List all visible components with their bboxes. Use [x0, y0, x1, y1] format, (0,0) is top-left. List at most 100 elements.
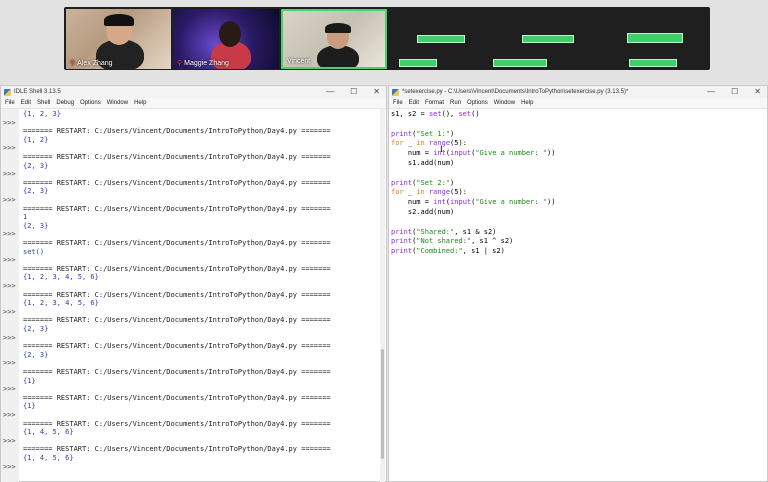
participant-placeholder[interactable]: [417, 35, 465, 43]
shell-restart-line: ======= RESTART: C:/Users/Vincent/Docume…: [23, 316, 331, 325]
shell-prompt: >>>: [3, 333, 16, 342]
mic-muted-icon: ⚲: [177, 60, 183, 67]
shell-menubar: File Edit Shell Debug Options Window Hel…: [1, 98, 386, 109]
mic-muted-icon: ⚲: [70, 60, 76, 67]
shell-title: IDLE Shell 3.13.5: [14, 89, 61, 95]
shell-prompt: >>>: [3, 411, 16, 419]
shell-output-line: {1, 4, 5, 6}: [23, 428, 74, 437]
video-strip: ⚲ Alex Zhang ⚲ Maggie Zhang Vincent: [0, 0, 768, 84]
code-line: print("Combined:", s1 | s2): [391, 247, 505, 256]
menu-file[interactable]: File: [5, 100, 15, 106]
code-line: print("Not shared:", s1 ^ s2): [391, 237, 514, 246]
code-line: num = int(input("Give a number: ")): [407, 198, 556, 207]
participant-placeholder[interactable]: [522, 35, 574, 43]
shell-prompt: >>>: [3, 359, 16, 368]
editor-window: *setexercise.py - C:\Users\Vincent\Docum…: [388, 85, 768, 482]
shell-restart-line: ======= RESTART: C:/Users/Vincent/Docume…: [23, 393, 331, 402]
shell-output-line: {1, 4, 5, 6}: [23, 454, 74, 462]
code-line: for _ in range(5):: [391, 188, 467, 197]
code-line: s2.add(num): [407, 208, 455, 216]
editor-title: *setexercise.py - C:\Users\Vincent\Docum…: [402, 89, 629, 95]
shell-prompt: >>>: [3, 170, 16, 179]
shell-output-line: {1}: [23, 402, 36, 411]
participant-tiles-hidden: [389, 9, 708, 69]
python-icon: [4, 89, 11, 96]
shell-output-line: {2, 3}: [23, 221, 49, 230]
participant-placeholder[interactable]: [629, 59, 677, 67]
person-hair: [104, 14, 134, 26]
participant-tile-vincent[interactable]: Vincent: [281, 9, 387, 69]
person-head: [219, 21, 241, 47]
code-line: for _ in range(5):: [391, 139, 467, 148]
menu-options[interactable]: Options: [467, 100, 488, 106]
shell-output-line: {2, 3}: [23, 350, 49, 359]
maximize-button[interactable]: ☐: [350, 86, 357, 98]
code-line: print("Shared:", s1 & s2): [391, 227, 497, 236]
shell-output-line: {2, 3}: [23, 187, 49, 196]
code-editor[interactable]: I s1, s2 = set(), set() print("Set 1:") fo…: [391, 109, 761, 482]
shell-restart-line: ======= RESTART: C:/Users/Vincent/Docume…: [23, 239, 331, 247]
shell-prompt: >>>: [3, 230, 16, 239]
shell-output-line: {2, 3}: [23, 325, 49, 333]
person-hair: [325, 23, 351, 33]
code-line: print("Set 2:"): [391, 178, 455, 187]
menu-edit[interactable]: Edit: [409, 100, 419, 106]
shell-prompt: >>>: [3, 307, 16, 316]
menu-window[interactable]: Window: [107, 100, 128, 106]
scrollbar-thumb[interactable]: [381, 349, 384, 459]
menu-help[interactable]: Help: [521, 100, 533, 106]
close-button[interactable]: ✕: [373, 86, 380, 98]
shell-prompt: >>>: [3, 462, 16, 471]
shell-restart-line: ======= RESTART: C:/Users/Vincent/Docume…: [23, 368, 331, 376]
participant-name: ⚲ Maggie Zhang: [177, 60, 229, 67]
shell-prompt: >>>: [3, 118, 16, 127]
editor-titlebar[interactable]: *setexercise.py - C:\Users\Vincent\Docum…: [389, 86, 767, 98]
shell-titlebar[interactable]: IDLE Shell 3.13.5 — ☐ ✕: [1, 86, 386, 98]
shell-output-line: {1, 2, 3, 4, 5, 6}: [23, 299, 99, 308]
code-line: print("Set 1:"): [391, 129, 455, 138]
video-gallery: ⚲ Alex Zhang ⚲ Maggie Zhang Vincent: [64, 7, 710, 70]
participant-name: Vincent: [287, 58, 311, 65]
shell-output-line: {1}: [23, 376, 36, 385]
shell-prompt: >>>: [3, 282, 16, 290]
participant-tile-alex[interactable]: ⚲ Alex Zhang: [66, 9, 171, 69]
code-line: num = int(input("Give a number: ")): [407, 149, 556, 158]
shell-prompt: >>>: [3, 256, 16, 265]
minimize-button[interactable]: —: [326, 86, 334, 98]
shell-restart-line: ======= RESTART: C:/Users/Vincent/Docume…: [23, 342, 331, 351]
participant-tile-maggie[interactable]: ⚲ Maggie Zhang: [173, 9, 279, 69]
screen: ⚲ Alex Zhang ⚲ Maggie Zhang Vincent IDLE…: [0, 0, 768, 482]
maximize-button[interactable]: ☐: [731, 86, 738, 98]
participant-name: ⚲ Alex Zhang: [70, 60, 113, 67]
shell-output-line: {1, 2}: [23, 135, 49, 144]
menu-help[interactable]: Help: [134, 100, 146, 106]
menu-run[interactable]: Run: [450, 100, 461, 106]
shell-prompt: >>>: [3, 144, 16, 153]
close-button[interactable]: ✕: [754, 86, 761, 98]
participant-placeholder[interactable]: [627, 33, 683, 43]
participant-placeholder[interactable]: [493, 59, 547, 67]
menu-file[interactable]: File: [393, 100, 403, 106]
shell-restart-line: ======= RESTART: C:/Users/Vincent/Docume…: [23, 153, 331, 161]
menu-format[interactable]: Format: [425, 100, 444, 106]
participant-placeholder[interactable]: [399, 59, 437, 67]
shell-output-line: {1, 2, 3}: [23, 110, 61, 118]
shell-prompt: >>>: [3, 436, 16, 445]
shell-output-line: set(): [23, 247, 45, 256]
menu-shell[interactable]: Shell: [37, 100, 50, 106]
menu-window[interactable]: Window: [494, 100, 515, 106]
shell-prompt: >>>: [3, 385, 16, 394]
menu-options[interactable]: Options: [80, 100, 101, 106]
menu-edit[interactable]: Edit: [21, 100, 31, 106]
code-line: s1.add(num): [407, 159, 455, 167]
minimize-button[interactable]: —: [707, 86, 715, 98]
shell-output[interactable]: {1, 2, 3} >>> ======= RESTART: C:/Users/Vi…: [1, 109, 381, 482]
shell-output-line: {2, 3}: [23, 161, 49, 170]
shell-output-line: {1, 2, 3, 4, 5, 6}: [23, 273, 99, 282]
python-icon: [392, 89, 399, 96]
shell-restart-line: ======= RESTART: C:/Users/Vincent/Docume…: [23, 127, 331, 136]
shell-prompt: >>>: [3, 196, 16, 204]
menu-debug[interactable]: Debug: [56, 100, 74, 106]
shell-restart-line: ======= RESTART: C:/Users/Vincent/Docume…: [23, 204, 331, 213]
shell-scrollbar[interactable]: [380, 109, 385, 482]
